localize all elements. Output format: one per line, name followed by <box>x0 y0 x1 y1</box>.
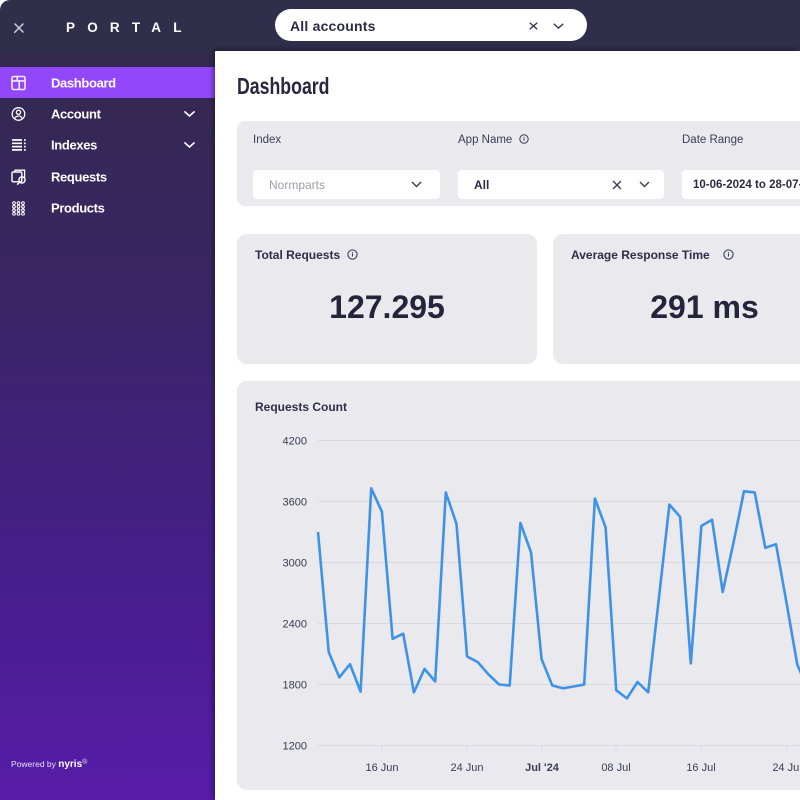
svg-text:2400: 2400 <box>283 619 307 631</box>
svg-text:3000: 3000 <box>283 558 307 570</box>
svg-text:16 Jul: 16 Jul <box>686 762 715 774</box>
svg-text:Jul '24: Jul '24 <box>525 762 560 774</box>
svg-text:1200: 1200 <box>283 741 307 753</box>
svg-text:24 Jun: 24 Jun <box>450 762 483 774</box>
svg-text:4200: 4200 <box>283 436 307 448</box>
svg-text:24 Jul: 24 Jul <box>772 762 800 774</box>
svg-text:1800: 1800 <box>283 680 307 692</box>
svg-text:08 Jul: 08 Jul <box>601 762 630 774</box>
svg-text:3600: 3600 <box>283 497 307 509</box>
svg-text:16 Jun: 16 Jun <box>365 762 398 774</box>
